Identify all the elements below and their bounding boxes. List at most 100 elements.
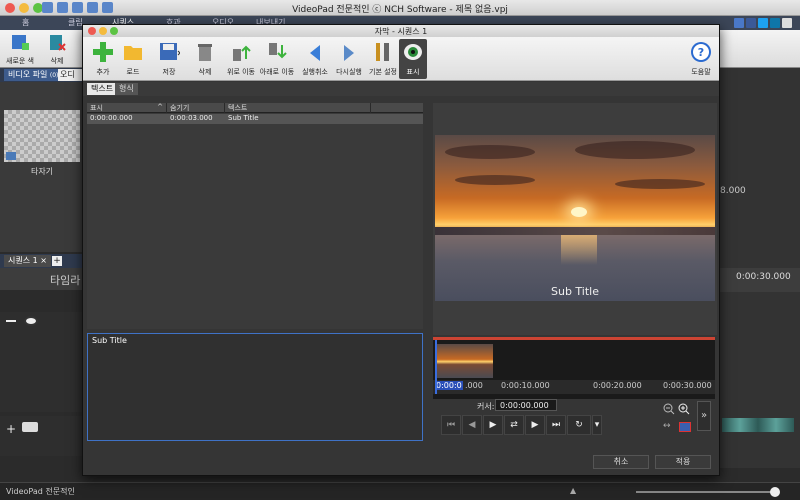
tab-sequence-1-label: 시퀀스 1 [8,256,38,265]
facebook-icon[interactable] [746,18,756,28]
dialog-title: 자막 - 시퀀스 1 [374,27,428,36]
row-hide-time: 0:00:03.000 [170,114,213,122]
undo-button[interactable]: 실행취소 [297,39,333,79]
folder-icon [124,46,142,60]
help-icon: ? [691,42,711,62]
add-sequence-icon[interactable]: + [52,256,62,266]
clip-thumbnail[interactable] [4,110,80,162]
twitter-icon[interactable] [758,18,768,28]
add-track-icon[interactable]: + [6,422,16,436]
expand-up-icon[interactable]: ▲ [570,486,576,495]
cursor-label: 커서: [477,402,495,411]
header-display-label: 표시 [90,104,103,112]
header-hide[interactable]: 숨기기 [167,103,225,113]
go-to-start-icon[interactable]: ⏮ [441,415,461,435]
play-icon[interactable]: ▶ [483,415,503,435]
status-bar: VideoPad 전문적인 ▲ [0,482,800,500]
transport-controls: ⏮ ◀ ▶ ⇄ ▶ ⏭ ↻ ▾ [441,415,602,437]
linkedin-icon[interactable] [770,18,780,28]
cursor-time-field[interactable]: 0:00:00.000 [495,399,557,411]
header-text[interactable]: 텍스트 [225,103,371,113]
cloud [615,179,705,189]
dropdown-icon[interactable]: ▾ [592,415,602,435]
delete-film-icon [50,35,66,51]
previous-frame-icon[interactable]: ◀ [462,415,482,435]
zoom-slider-track[interactable] [636,491,776,493]
display-button[interactable]: 표시 [399,39,427,79]
tab-video-files[interactable]: 비디오 파일 (0) [4,69,63,81]
eye-icon [404,44,422,60]
zoom-slider-knob[interactable] [770,487,780,497]
tab-format[interactable]: 형식 [115,83,138,95]
rewind-icon[interactable]: ↻ [567,415,591,435]
cancel-button[interactable]: 취소 [593,455,649,469]
subtitle-overlay: Sub Title [550,285,599,298]
timeline-header: 타임라 [0,268,82,290]
move-up-icon [233,45,251,61]
menu-icon[interactable] [782,18,792,28]
tab-audio-files[interactable]: 오디오 [58,69,82,91]
expand-panel-button[interactable]: » [697,401,711,431]
save-label: 저장 [162,68,176,76]
dialog-title-bar: 자막 - 시퀀스 1 [83,25,719,37]
row-display-time: 0:00:00.000 [90,114,133,122]
status-text: VideoPad 전문적인 [6,487,75,496]
audio-waveform [722,418,794,432]
plus-icon [93,42,113,62]
cloud [455,175,535,185]
cloud [445,145,535,159]
delete-clip-button[interactable]: 삭제 [44,34,70,66]
move-down-button[interactable]: 아래로 이동 [257,39,297,79]
close-tab-icon[interactable]: × [40,256,47,265]
default-settings-label: 기본 설정 [369,68,397,76]
new-color-button[interactable]: 새로운 색 [4,34,36,66]
header-display[interactable]: 표시 ^ [87,103,167,113]
subtitle-table-header: 표시 ^ 숨기기 텍스트 [87,103,423,113]
timeline-cursor[interactable] [435,340,437,394]
preview-timeline[interactable]: 0:00:0 .000 0:00:10.000 0:00:20.000 0:00… [433,337,715,399]
svg-text:?: ? [698,46,704,59]
move-up-label: 위로 이동 [227,68,255,76]
load-button[interactable]: 로드 [115,39,151,79]
main-title-bar: VideoPad 전문적인 ⓒ NCH Software - 제목 없음.vpj [0,0,800,16]
dialog-toolbar: 추가 로드 저장 삭제 위로 이동 아래로 이동 실행취소 다시실행 기본 설정… [83,37,719,81]
table-row[interactable]: 0:00:00.000 0:00:03.000 Sub Title [87,114,423,124]
eye-icon[interactable] [24,316,38,326]
zoom-controls: ↔ [663,403,693,435]
go-to-end-icon[interactable]: ⏭ [546,415,566,435]
video-track-header [0,312,82,412]
zoom-in-icon[interactable] [678,403,690,415]
redo-arrow-icon [344,45,354,61]
sun-reflection [561,235,597,265]
tick-0: 0:00:0 [435,381,463,390]
display-label: 표시 [406,68,420,76]
help-button[interactable]: ? 도움말 [683,39,719,79]
timeline-ruler[interactable]: 0:00:0 .000 0:00:10.000 0:00:20.000 0:00… [433,380,715,394]
tab-clip[interactable]: 클립 [68,17,83,28]
next-frame-icon[interactable]: ▶ [525,415,545,435]
hills [435,227,715,235]
save-button[interactable]: 저장 [151,39,187,79]
window-title: VideoPad 전문적인 ⓒ NCH Software - 제목 없음.vpj [292,5,508,15]
loop-icon[interactable]: ⇄ [504,415,524,435]
tab-text[interactable]: 텍스트 [87,83,118,95]
move-up-button[interactable]: 위로 이동 [223,39,259,79]
speaker-icon[interactable] [22,422,38,432]
tab-home[interactable]: 홈 [22,17,29,28]
delete-button[interactable]: 삭제 [187,39,223,79]
tab-sequence-1[interactable]: 시퀀스 1 × [4,255,51,267]
snap-icon[interactable] [679,422,691,432]
subtitle-text-editor[interactable]: Sub Title [87,333,423,441]
redo-button[interactable]: 다시실행 [331,39,367,79]
like-icon[interactable] [734,18,744,28]
move-down-label: 아래로 이동 [259,68,295,76]
tick-0-ms: .000 [465,381,483,390]
timeline-thumbnail [435,344,493,378]
zoom-out-icon[interactable] [663,403,675,415]
default-settings-button[interactable]: 기본 설정 [365,39,401,79]
sun [571,207,587,217]
apply-button[interactable]: 적용 [655,455,711,469]
load-label: 로드 [126,68,140,76]
fit-width-icon[interactable]: ↔ [663,421,671,431]
collapse-track-icon[interactable] [6,320,16,322]
